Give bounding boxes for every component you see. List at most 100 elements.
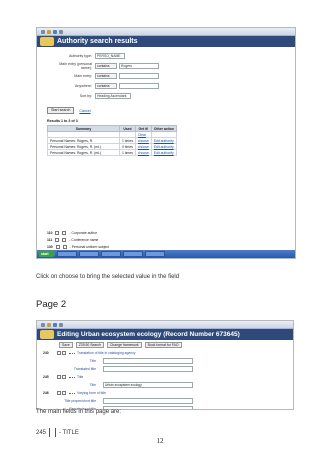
indicator-box[interactable] <box>55 237 60 242</box>
home-icon[interactable] <box>53 30 57 34</box>
framework-select[interactable]: Book format for FAO <box>144 341 182 348</box>
edit-authority-link[interactable]: Edit authority <box>150 143 177 150</box>
taskbar-item[interactable] <box>57 251 77 257</box>
field-tag: 111 <box>47 237 53 242</box>
subfield-input[interactable] <box>103 366 193 372</box>
indicator-box[interactable] <box>57 351 61 355</box>
search-actions: Start search Cancel <box>47 107 295 114</box>
editor-field-row: Title proper/short title <box>37 397 293 405</box>
list-item: 110 - Corporate author <box>37 229 295 236</box>
refresh-icon[interactable] <box>59 30 63 34</box>
indicator-box[interactable] <box>55 244 60 249</box>
change-framework-button[interactable]: Change framework <box>106 341 142 348</box>
start-search-button[interactable]: Start search <box>47 107 75 114</box>
authority-type-input[interactable]: PERSO_NAME <box>95 53 125 59</box>
field-tag: 240 <box>43 351 49 355</box>
field-anywhere: Anywhere: contains <box>57 81 295 91</box>
editor-field-row: 245 Title <box>37 373 293 381</box>
page-heading: Page 2 <box>36 299 67 310</box>
list-item: 130 - Personal uniform subject <box>37 243 295 250</box>
back-icon[interactable] <box>41 323 45 327</box>
sort-by-select[interactable]: Heading Ascendant <box>95 93 131 99</box>
subfield-input[interactable] <box>103 358 193 364</box>
subfield-label: Translated title <box>73 367 96 371</box>
field-label: Authority type: <box>69 54 92 58</box>
indicator-box[interactable] <box>55 230 60 235</box>
field-text: - TITLE <box>59 429 79 436</box>
row-summary: Personal Names: Rogers, R. (ed.) <box>47 149 120 156</box>
results-count: Results 1 to 3 of 3 <box>47 119 78 123</box>
field-main-entry: Main entry: contains <box>57 71 295 81</box>
refresh-icon[interactable] <box>59 323 63 327</box>
field-tag: 245 <box>43 375 49 379</box>
taskbar: start <box>37 250 295 258</box>
indicator-box[interactable] <box>62 351 66 355</box>
field-tag: 130 <box>47 244 53 249</box>
indicator-box[interactable] <box>62 244 67 249</box>
field-sort-by: Sort by: Heading Ascendant <box>57 91 295 101</box>
choose-link[interactable]: choose <box>134 137 152 144</box>
home-icon[interactable] <box>53 323 57 327</box>
choose-link[interactable]: choose <box>134 143 152 150</box>
indicator-box[interactable] <box>57 391 61 395</box>
choose-link[interactable]: choose <box>134 149 152 156</box>
edit-authority-link[interactable]: Edit authority <box>150 137 177 144</box>
main-entry-input[interactable]: Rogers <box>119 63 159 69</box>
dotted-leader <box>69 352 75 354</box>
field-tag: 246 <box>43 391 49 395</box>
back-icon[interactable] <box>41 30 45 34</box>
browser-toolbar <box>37 28 295 36</box>
list-item: 111 - Conference name <box>37 236 295 243</box>
subfield-input[interactable]: Urban ecosystem ecology <box>103 382 193 388</box>
indicator-box[interactable] <box>62 237 67 242</box>
app-logo-icon <box>40 330 54 339</box>
indicator-box[interactable] <box>62 391 66 395</box>
main-entry-input[interactable] <box>119 73 159 79</box>
subfield-label: Title <box>89 359 96 363</box>
subfield-label: Title proper/short title <box>64 399 96 403</box>
taskbar-item[interactable] <box>145 251 165 257</box>
browser-toolbar <box>37 321 293 329</box>
caption-choose: Click on choose to bring the selected va… <box>36 274 180 280</box>
field-authority-type: Authority type: PERSO_NAME <box>57 51 295 61</box>
window-header: Authority search results <box>37 36 295 47</box>
start-button[interactable]: start <box>39 251 55 257</box>
editor-title: Editing Urban ecosystem ecology (Record … <box>57 331 240 338</box>
operator-select[interactable]: contains <box>95 73 117 79</box>
taskbar-item[interactable] <box>123 251 143 257</box>
table-row: Personal Names: Rogers, R. (ed.) 1 times… <box>47 149 177 156</box>
field-label: Main entry (personal name): <box>59 62 92 70</box>
editor-fields: 240 Translation of title in cataloging ag… <box>37 349 293 409</box>
record-editor-screenshot: Editing Urban ecosystem ecology (Record … <box>36 320 294 410</box>
save-button[interactable]: Save <box>59 341 73 348</box>
edit-authority-link[interactable]: Edit authority <box>150 149 177 156</box>
indicator-boxes <box>49 428 57 437</box>
field-245-line: 245 - TITLE <box>36 428 79 437</box>
page-number: 12 <box>156 437 164 445</box>
indicator-box[interactable] <box>57 375 61 379</box>
operator-select[interactable]: contains <box>95 63 117 69</box>
window-title: Authority search results <box>57 38 138 45</box>
indicator-box[interactable] <box>62 230 67 235</box>
field-label: Title <box>77 375 84 379</box>
anywhere-input[interactable] <box>119 83 159 89</box>
field-label: Main entry: <box>74 74 92 78</box>
subfield-input[interactable] <box>103 398 193 404</box>
field-main-entry-personal: Main entry (personal name): contains Rog… <box>57 61 295 71</box>
background-editor-rows: 110 - Corporate author 111 - Conference na… <box>37 229 295 258</box>
folder-icon[interactable] <box>47 30 51 34</box>
editor-toolbar: Save Z39.50 Search Change framework Book… <box>37 340 293 349</box>
editor-field-row: 240 Translation of title in cataloging ag… <box>37 349 293 357</box>
row-used: 1 times <box>119 149 136 156</box>
taskbar-item[interactable] <box>79 251 99 257</box>
cancel-link[interactable]: Cancel <box>79 109 90 113</box>
field-text: - Conference name <box>69 237 99 242</box>
taskbar-item[interactable] <box>101 251 121 257</box>
indicator-box[interactable] <box>62 375 66 379</box>
operator-select[interactable]: contains <box>95 83 117 89</box>
field-tag: 245 <box>36 429 47 436</box>
field-label: Anywhere: <box>75 84 92 88</box>
folder-icon[interactable] <box>47 323 51 327</box>
z3950-search-button[interactable]: Z39.50 Search <box>75 341 104 348</box>
field-text: - Personal uniform subject <box>69 244 110 249</box>
